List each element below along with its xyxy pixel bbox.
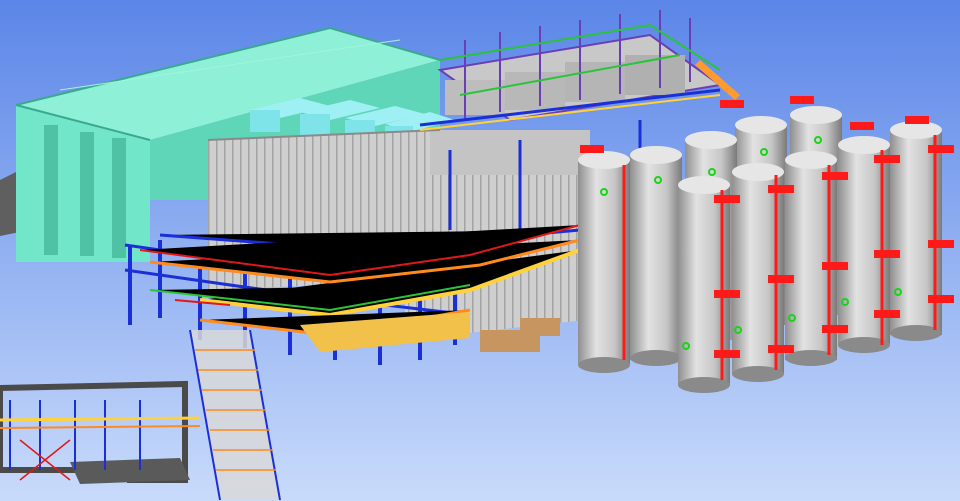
plant-3d-scene [0,0,960,501]
tank [578,151,630,373]
